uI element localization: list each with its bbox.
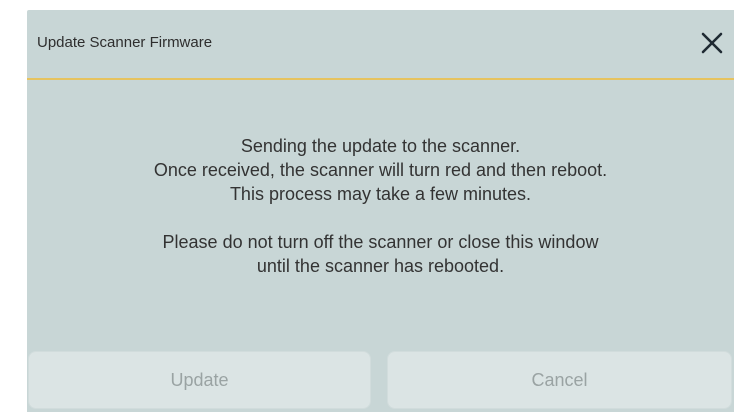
message-spacer [27, 206, 734, 230]
update-firmware-dialog: Update Scanner Firmware Sending the upda… [27, 10, 734, 412]
cancel-button-label: Cancel [531, 369, 588, 390]
message-line: Sending the update to the scanner. [240, 136, 521, 156]
update-button[interactable]: Update [28, 351, 371, 409]
dialog-title: Update Scanner Firmware [37, 34, 213, 51]
dialog-titlebar: Update Scanner Firmware [27, 10, 734, 80]
cancel-button[interactable]: Cancel [387, 351, 732, 409]
message-line: This process may take a few minutes. [229, 184, 532, 204]
close-icon [701, 32, 723, 54]
dialog-message: Sending the update to the scanner. Once … [27, 134, 734, 278]
warning-line: until the scanner has rebooted. [256, 256, 505, 276]
warning-line: Please do not turn off the scanner or cl… [162, 232, 599, 252]
update-button-label: Update [170, 369, 229, 390]
screen: Update Scanner Firmware Sending the upda… [0, 0, 734, 412]
message-line: Once received, the scanner will turn red… [153, 160, 608, 180]
close-button[interactable] [699, 30, 725, 56]
